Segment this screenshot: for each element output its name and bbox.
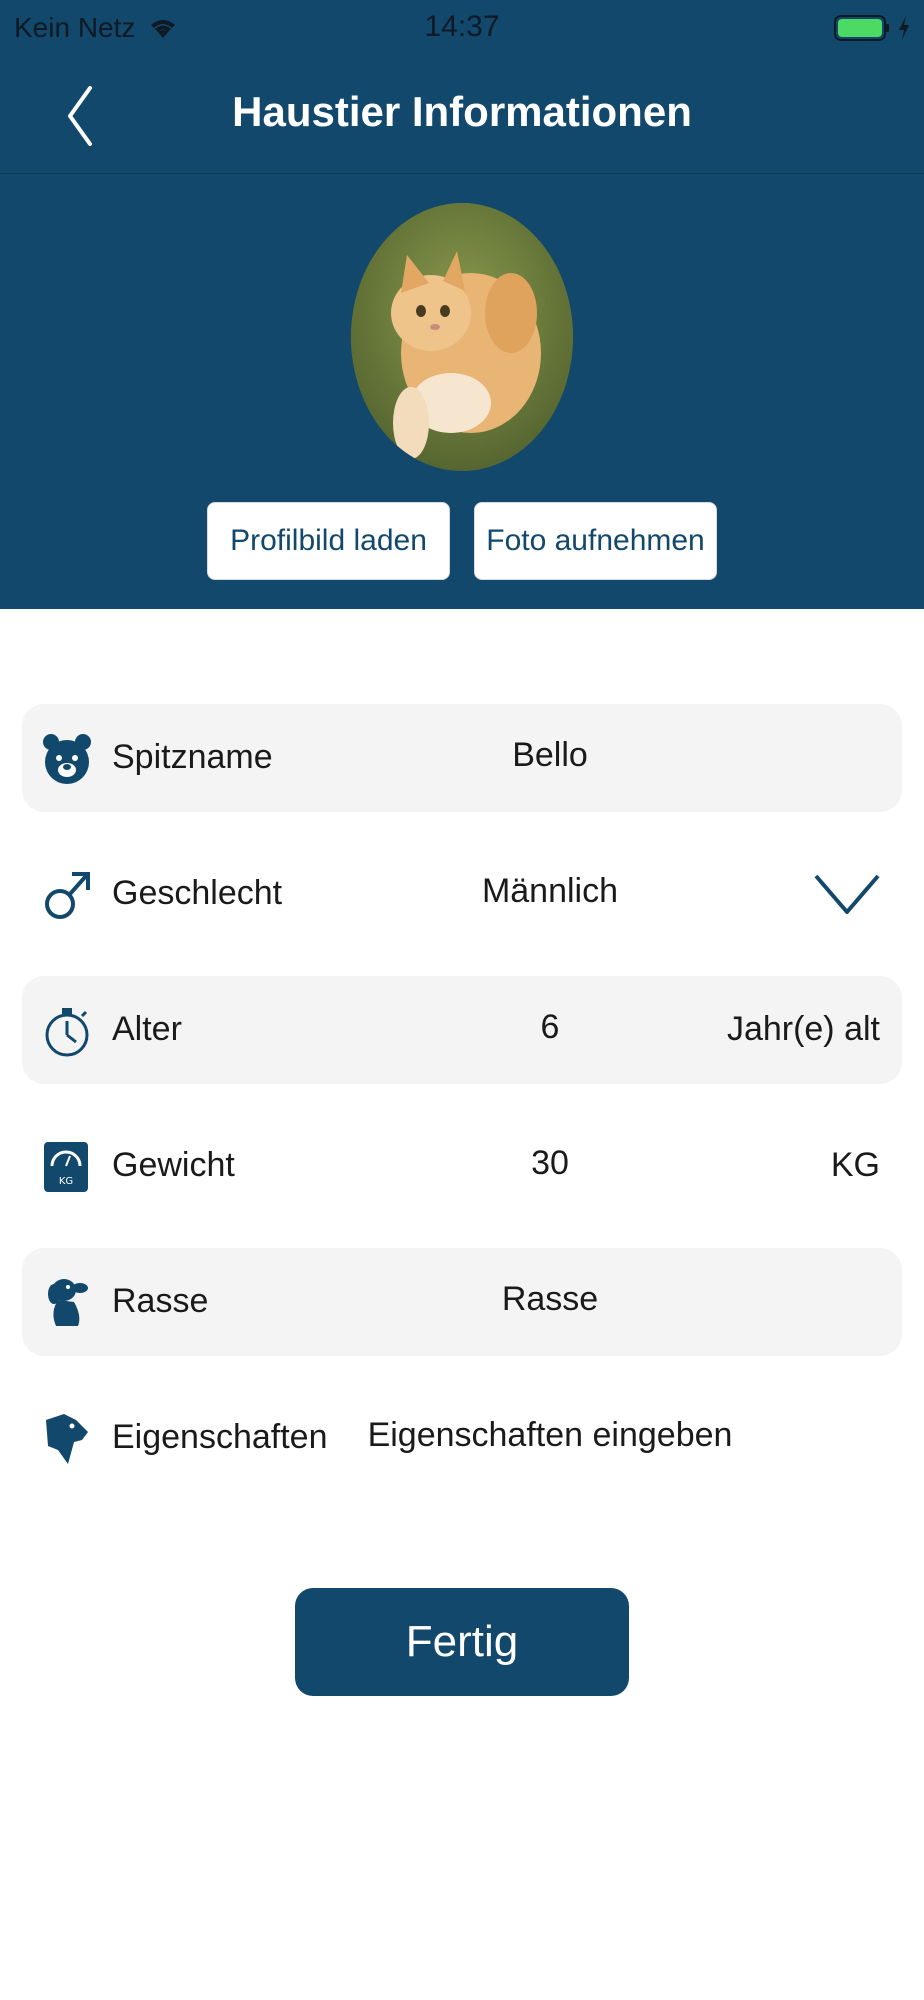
take-photo-button[interactable]: Foto aufnehmen	[474, 502, 717, 580]
dog-head-icon	[46, 1414, 88, 1464]
header-panel: Kein Netz 14:37 Haustier Informationen P…	[0, 0, 924, 609]
gender-select-value[interactable]: Männlich	[272, 872, 828, 911]
dog-icon	[48, 1279, 88, 1326]
field-gender[interactable]: Geschlecht Männlich	[22, 840, 902, 948]
age-unit: Jahr(e) alt	[726, 1010, 880, 1048]
field-label: Gewicht	[112, 1146, 235, 1184]
weight-unit: KG	[830, 1146, 880, 1184]
male-symbol-icon	[45, 872, 90, 919]
field-label: Rasse	[112, 1282, 209, 1320]
field-nickname[interactable]: Spitzname Bello	[22, 704, 902, 812]
pet-avatar[interactable]	[351, 203, 573, 471]
field-age[interactable]: Alter 6 Jahr(e) alt	[22, 976, 902, 1084]
done-button[interactable]: Fertig	[295, 1588, 629, 1696]
chevron-down-icon[interactable]	[812, 870, 882, 920]
weight-input[interactable]: 30	[272, 1144, 828, 1183]
scale-icon-text: KG	[59, 1176, 73, 1187]
bear-face-icon	[43, 734, 91, 784]
field-label: Geschlecht	[112, 874, 283, 912]
status-time: 14:37	[424, 10, 500, 43]
load-profile-picture-button[interactable]: Profilbild laden	[207, 502, 450, 580]
status-bar: Kein Netz 14:37	[0, 0, 924, 60]
battery-icon	[834, 15, 889, 41]
characteristics-input[interactable]: Eigenschaften eingeben	[272, 1416, 828, 1455]
charging-bolt-icon	[899, 16, 909, 40]
nickname-input[interactable]: Bello	[272, 736, 828, 775]
stopwatch-icon	[45, 1008, 89, 1057]
breed-input[interactable]: Rasse	[272, 1280, 828, 1319]
page-title: Haustier Informationen	[232, 88, 692, 135]
field-weight[interactable]: KG Gewicht 30 KG	[22, 1112, 902, 1220]
scale-icon: KG	[44, 1142, 88, 1192]
field-label: Spitzname	[112, 738, 273, 776]
field-characteristics[interactable]: Eigenschaften Eigenschaften eingeben	[22, 1384, 902, 1492]
field-breed[interactable]: Rasse Rasse	[22, 1248, 902, 1356]
navigation-bar: Haustier Informationen	[0, 60, 924, 174]
field-label: Alter	[112, 1010, 182, 1048]
